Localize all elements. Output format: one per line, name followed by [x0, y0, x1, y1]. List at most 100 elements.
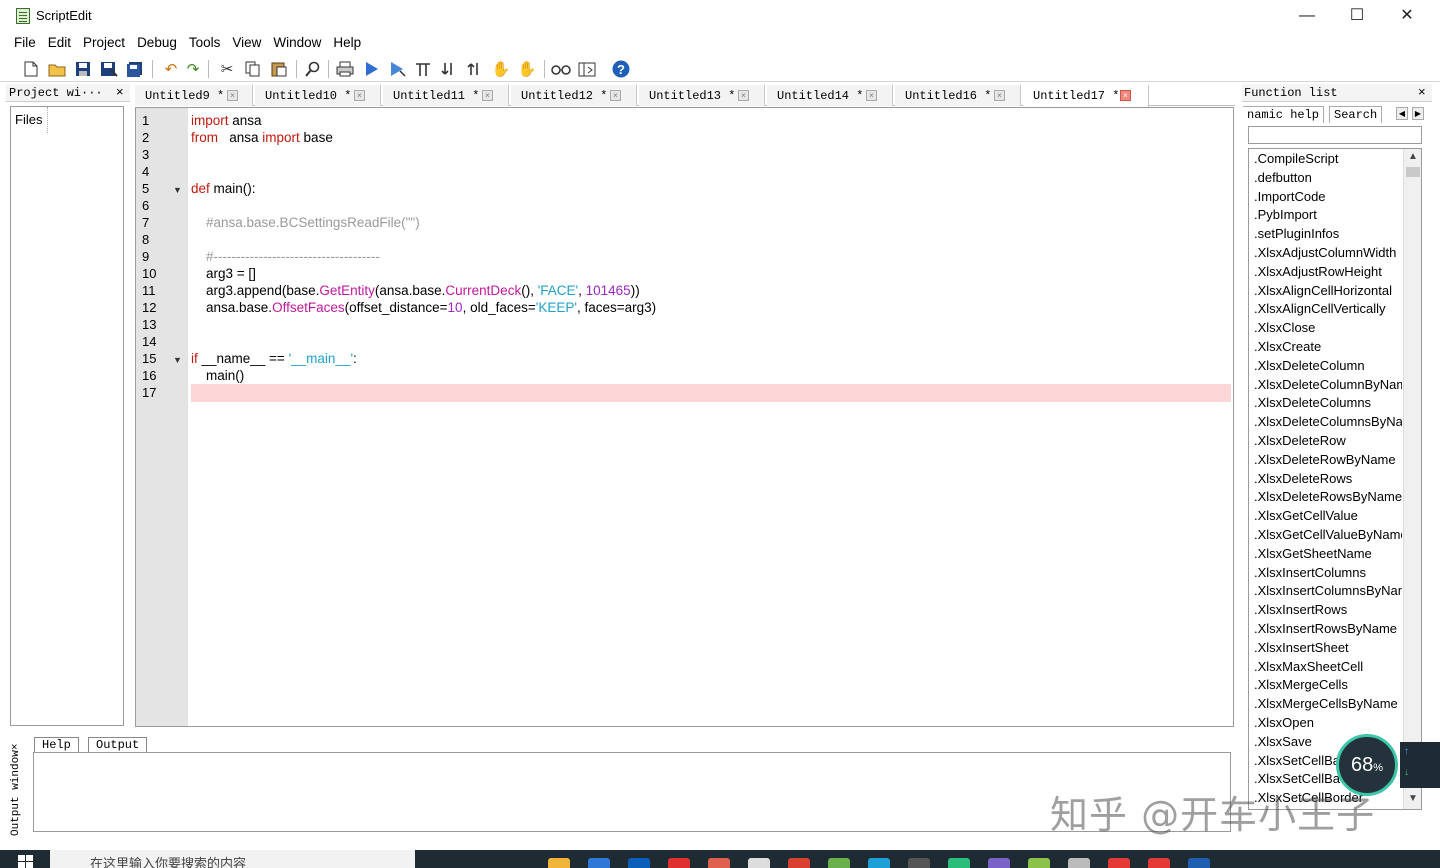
project-tree[interactable]: Files [10, 106, 124, 726]
taskbar-app-icon[interactable] [668, 858, 690, 868]
function-list-close-icon[interactable]: × [1418, 84, 1426, 99]
menu-file[interactable]: File [8, 32, 42, 54]
function-list-item[interactable]: .XlsxCreate [1254, 339, 1402, 358]
tab-untitled16[interactable]: Untitled16 * × [895, 85, 1021, 106]
debug-window-icon[interactable] [576, 58, 598, 80]
breakpoint-hand-icon[interactable]: ✋ [516, 58, 538, 80]
tab-dynamic-help[interactable]: namic help [1243, 106, 1325, 123]
function-list-item[interactable]: .XlsxOpen [1254, 715, 1402, 734]
function-list-item[interactable]: .XlsxInsertRowsByName [1254, 621, 1402, 640]
function-list-item[interactable]: .XlsxGetCellValueByName [1254, 527, 1402, 546]
tab-search[interactable]: Search [1329, 106, 1383, 123]
menu-project[interactable]: Project [77, 32, 131, 54]
run-to-cursor-icon[interactable] [386, 58, 408, 80]
function-list-item[interactable]: .CompileScript [1254, 151, 1402, 170]
taskbar-app-icon[interactable] [1068, 858, 1090, 868]
menu-tools[interactable]: Tools [183, 32, 227, 54]
tab-untitled12[interactable]: Untitled12 * × [511, 85, 637, 106]
run-icon[interactable] [360, 58, 382, 80]
open-folder-icon[interactable] [46, 58, 68, 80]
cut-icon[interactable]: ✂ [216, 58, 238, 80]
function-list-item[interactable]: .XlsxDeleteColumnByName [1254, 377, 1402, 396]
taskbar-app-icon[interactable] [948, 858, 970, 868]
menu-window[interactable]: Window [267, 32, 327, 54]
project-window-close-icon[interactable]: × [116, 84, 124, 99]
scroll-up-icon[interactable]: ▲ [1408, 151, 1418, 162]
function-list-item[interactable]: .XlsxDeleteRows [1254, 471, 1402, 490]
taskbar-app-icon[interactable] [748, 858, 770, 868]
paste-icon[interactable] [268, 58, 290, 80]
function-list-item[interactable]: .XlsxInsertColumns [1254, 565, 1402, 584]
print-icon[interactable] [334, 58, 356, 80]
function-list-item[interactable]: .XlsxAlignCellVertically [1254, 301, 1402, 320]
function-list-item[interactable]: .setPluginInfos [1254, 226, 1402, 245]
tab-untitled9[interactable]: Untitled9 * × [135, 85, 253, 106]
function-list-item[interactable]: .ImportCode [1254, 189, 1402, 208]
function-list-item[interactable]: .XlsxDeleteRowByName [1254, 452, 1402, 471]
tab-untitled17[interactable]: Untitled17 * × [1023, 85, 1149, 107]
tab-scroll-right-icon[interactable]: ▶ [1412, 107, 1424, 120]
minimize-button[interactable]: — [1284, 0, 1330, 32]
tab-untitled10[interactable]: Untitled10 * × [255, 85, 381, 106]
function-list-item[interactable]: .XlsxDeleteColumns [1254, 395, 1402, 414]
function-search-input[interactable] [1248, 126, 1422, 144]
copy-icon[interactable] [242, 58, 264, 80]
function-list-item[interactable]: .XlsxAdjustRowHeight [1254, 264, 1402, 283]
taskbar-search-input[interactable]: 在这里输入你要搜索的内容 [50, 850, 415, 868]
taskbar-app-icon[interactable] [708, 858, 730, 868]
terminal-icon[interactable] [908, 858, 930, 868]
fold-toggle-icon[interactable]: ▼ [173, 355, 182, 365]
function-list-scrollbar[interactable]: ▲ ▼ [1403, 149, 1421, 809]
watch-glasses-icon[interactable] [550, 58, 572, 80]
menu-edit[interactable]: Edit [42, 32, 77, 54]
menu-view[interactable]: View [226, 32, 267, 54]
taskbar-app-icon[interactable] [828, 858, 850, 868]
tab-close-icon[interactable]: × [738, 90, 749, 101]
scroll-down-icon[interactable]: ▼ [1408, 793, 1418, 804]
fold-toggle-icon[interactable]: ▼ [173, 185, 182, 195]
save-all-icon[interactable] [124, 58, 146, 80]
function-list-item[interactable]: .XlsxClose [1254, 320, 1402, 339]
stop-hand-icon[interactable]: ✋ [490, 58, 512, 80]
taskbar-app-icon[interactable] [1148, 858, 1170, 868]
function-list-item[interactable]: .XlsxInsertSheet [1254, 640, 1402, 659]
function-list-item[interactable]: .XlsxMaxSheetCell [1254, 659, 1402, 678]
close-button[interactable]: ✕ [1384, 0, 1430, 32]
function-list-item[interactable]: .XlsxInsertColumnsByName [1254, 583, 1402, 602]
menu-help[interactable]: Help [327, 32, 367, 54]
function-list-item[interactable]: .XlsxMergeCells [1254, 677, 1402, 696]
code-area[interactable]: import ansa from ansa import base def ma… [191, 108, 1231, 726]
tab-close-icon[interactable]: × [1120, 90, 1131, 101]
taskbar-app-icon[interactable] [988, 858, 1010, 868]
tab-close-icon[interactable]: × [227, 90, 238, 101]
tab-help[interactable]: Help [34, 737, 79, 753]
tab-output[interactable]: Output [88, 737, 148, 753]
start-windows-icon[interactable] [18, 855, 34, 868]
function-list-item[interactable]: .XlsxInsertRows [1254, 602, 1402, 621]
code-editor[interactable]: 1 2 3 4 5 6 7 8 9 10 11 12 13 14 15 16 1… [135, 107, 1234, 727]
function-list-item[interactable]: .XlsxMergeCellsByName [1254, 696, 1402, 715]
function-list-item[interactable]: .XlsxDeleteColumnsByName [1254, 414, 1402, 433]
maximize-button[interactable]: ☐ [1334, 0, 1380, 32]
taskbar-app-icon[interactable] [1188, 858, 1210, 868]
taskbar-app-icon[interactable] [1108, 858, 1130, 868]
scroll-thumb[interactable] [1406, 167, 1420, 177]
step-into-icon[interactable] [438, 58, 460, 80]
step-out-icon[interactable] [464, 58, 486, 80]
taskbar-app-icon[interactable] [868, 858, 890, 868]
taskbar-app-icon[interactable] [628, 858, 650, 868]
file-explorer-icon[interactable] [548, 858, 570, 868]
function-list-item[interactable]: .XlsxGetSheetName [1254, 546, 1402, 565]
function-list-item[interactable]: .XlsxAdjustColumnWidth [1254, 245, 1402, 264]
taskbar-app-icon[interactable] [588, 858, 610, 868]
find-icon[interactable] [302, 58, 324, 80]
function-list-item[interactable]: .defbutton [1254, 170, 1402, 189]
menu-debug[interactable]: Debug [131, 32, 183, 54]
tab-close-icon[interactable]: × [354, 90, 365, 101]
tab-close-icon[interactable]: × [482, 90, 493, 101]
tree-node-files[interactable]: Files [15, 112, 42, 127]
function-list-item[interactable]: .PybImport [1254, 207, 1402, 226]
tab-scroll-left-icon[interactable]: ◀ [1396, 107, 1408, 120]
save-as-icon[interactable] [98, 58, 120, 80]
save-icon[interactable] [72, 58, 94, 80]
